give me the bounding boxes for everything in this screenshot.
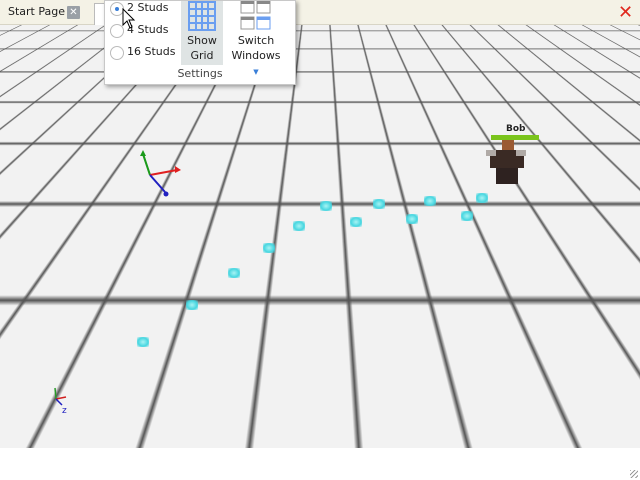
3d-viewport[interactable] [0,24,640,448]
svg-text:z: z [62,406,67,416]
option-label[interactable]: 16 Studs [127,45,175,58]
waypoint-marker [137,337,149,347]
windows-icon [240,0,271,30]
settings-group-label: Settings [177,67,223,80]
waypoint-marker [476,193,488,203]
waypoint-marker [406,214,418,224]
waypoint-marker [228,268,240,278]
close-icon[interactable]: ✕ [67,6,80,19]
show-grid-button[interactable]: Show Grid [181,1,223,65]
tab-bar: Start Page ✕ ✕ [0,0,640,25]
tab-start-page[interactable]: Start Page [8,5,65,18]
button-label: Show [187,34,217,47]
waypoint-marker [186,300,198,310]
waypoint-marker [293,221,305,231]
switch-windows-button[interactable]: Switch Windows ▼ [229,0,283,76]
character-name-label: Bob [506,124,526,134]
waypoint-marker [461,211,473,221]
horizon-fog [0,24,640,144]
radio-16-studs[interactable] [110,46,124,60]
button-label: Switch [237,34,275,47]
waypoint-marker [263,243,275,253]
waypoint-marker [373,199,385,209]
axis-orientation-icon: z [54,387,67,416]
status-bar [0,448,640,480]
move-gizmo-icon[interactable] [130,148,190,203]
mouse-cursor-icon [122,8,136,29]
resize-grip-icon[interactable] [630,470,638,478]
button-label: Grid [190,49,214,62]
waypoint-marker [350,217,362,227]
waypoint-marker [424,196,436,206]
button-label: Windows [231,49,281,62]
character-avatar-icon [486,140,526,184]
waypoint-marker [320,201,332,211]
close-icon[interactable]: ✕ [618,2,633,23]
grid-icon [188,1,216,31]
